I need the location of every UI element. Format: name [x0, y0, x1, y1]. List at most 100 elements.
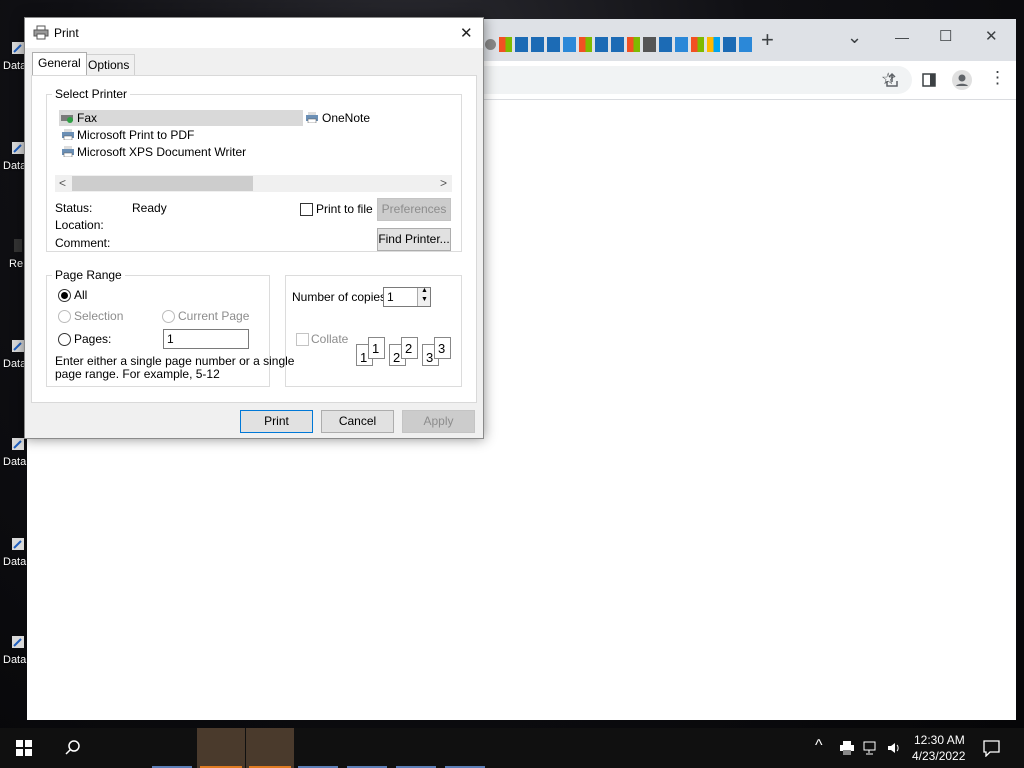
printer-item-onenote[interactable]: OneNote: [303, 110, 423, 126]
radio-selection-label[interactable]: Selection: [74, 309, 123, 323]
tab-favicon-icon[interactable]: [675, 37, 688, 52]
page-icon: 2: [401, 337, 418, 359]
collate-label[interactable]: Collate: [311, 332, 348, 346]
printer-name: Microsoft Print to PDF: [77, 128, 195, 142]
status-value: Ready: [132, 201, 167, 215]
scroll-left-arrow[interactable]: <: [59, 176, 66, 190]
cancel-button[interactable]: Cancel: [321, 410, 394, 433]
tab-general[interactable]: General: [32, 52, 87, 75]
tab-favicon-icon[interactable]: [739, 37, 752, 52]
pages-input[interactable]: 1: [163, 329, 249, 349]
tab-favicon-icon[interactable]: [579, 37, 592, 52]
tab-search-button[interactable]: ⌄: [847, 27, 862, 48]
select-printer-group: Select Printer Fax OneNote Microsoft Pri…: [46, 87, 462, 252]
radio-all[interactable]: [58, 289, 71, 302]
tab-favicon-icon[interactable]: [643, 37, 656, 52]
tab-favicon-icon[interactable]: [611, 37, 624, 52]
print-button[interactable]: Print: [240, 410, 313, 433]
tab-favicon-icon[interactable]: [531, 37, 544, 52]
printer-icon: [306, 112, 318, 123]
new-tab-button[interactable]: +: [761, 29, 774, 51]
printer-tray-icon[interactable]: [839, 741, 855, 755]
print-to-file-checkbox[interactable]: [300, 203, 313, 216]
chevron-down-icon[interactable]: ▼: [421, 296, 428, 303]
collate-illustration: 1 1 2 2 3 3: [356, 336, 456, 370]
desktop-shortcut[interactable]: Data: [2, 536, 28, 582]
radio-current-page[interactable]: [162, 310, 175, 323]
find-printer-button[interactable]: Find Printer...: [377, 228, 451, 251]
tab-favicon-icon[interactable]: [485, 39, 496, 50]
print-to-file-label[interactable]: Print to file: [316, 202, 373, 216]
volume-icon[interactable]: [886, 740, 902, 756]
chevron-up-icon[interactable]: ▲: [421, 287, 428, 294]
clock-date[interactable]: 4/23/2022: [912, 749, 965, 763]
printer-item-fax[interactable]: Fax: [59, 110, 303, 126]
tab-favicon-icon[interactable]: [723, 37, 736, 52]
collate-checkbox[interactable]: [296, 333, 309, 346]
tab-favicon-icon[interactable]: [627, 37, 640, 52]
address-bar[interactable]: [467, 66, 912, 94]
copies-spinner[interactable]: 1 ▲ ▼: [383, 287, 431, 307]
page-range-hint: Enter either a single page number or a s…: [55, 354, 295, 368]
desktop-shortcut-label: Data: [3, 160, 27, 172]
windows-start-icon[interactable]: [16, 740, 32, 756]
dialog-titlebar[interactable]: Print ✕: [25, 18, 483, 48]
select-printer-label: Select Printer: [52, 87, 131, 101]
shortcut-icon: [12, 538, 24, 550]
printer-item-pdf[interactable]: Microsoft Print to PDF: [59, 127, 259, 143]
copies-stepper[interactable]: ▲ ▼: [417, 287, 430, 306]
tab-favicon-icon[interactable]: [707, 37, 720, 52]
recycle-bin-icon: [14, 239, 22, 252]
page-range-label: Page Range: [52, 268, 125, 282]
tab-favicon-icon[interactable]: [515, 37, 528, 52]
shortcut-icon: [12, 340, 24, 352]
tab-favicon-icon[interactable]: [659, 37, 672, 52]
clock-time[interactable]: 12:30 AM: [914, 733, 965, 747]
tab-favicon-icon[interactable]: [547, 37, 560, 52]
taskbar: ^ 12:30 AM 4/23/2022: [0, 728, 1024, 768]
fax-printer-icon: [61, 112, 73, 123]
pages-input-value: 1: [167, 332, 174, 346]
tab-favicon-icon[interactable]: [499, 37, 512, 52]
shortcut-icon: [12, 42, 24, 54]
network-icon[interactable]: [863, 741, 879, 755]
desktop-shortcut-label: Data: [3, 654, 27, 666]
print-dialog: Print ✕ General Options Select Printer F…: [24, 17, 484, 439]
side-panel-icon[interactable]: [922, 73, 936, 87]
comment-label: Comment:: [55, 236, 111, 250]
scroll-right-arrow[interactable]: >: [440, 176, 447, 190]
apply-button[interactable]: Apply: [402, 410, 475, 433]
desktop-shortcut-label: Re: [9, 258, 24, 270]
radio-current-page-label[interactable]: Current Page: [178, 309, 249, 323]
scrollbar-thumb[interactable]: [72, 176, 253, 191]
taskbar-app-button[interactable]: [246, 728, 294, 768]
tab-favicon-icon[interactable]: [563, 37, 576, 52]
desktop-shortcut[interactable]: Data: [2, 634, 28, 680]
tab-options[interactable]: Options: [82, 54, 136, 75]
desktop-shortcut-label: Data: [3, 456, 27, 468]
printer-icon: [33, 25, 49, 40]
menu-icon[interactable]: ⋮: [989, 68, 1006, 88]
printer-list-scrollbar[interactable]: < >: [55, 175, 452, 192]
taskbar-app-button[interactable]: [197, 728, 245, 768]
printer-item-xps[interactable]: Microsoft XPS Document Writer: [59, 144, 259, 160]
desktop-shortcut[interactable]: Data: [2, 436, 28, 482]
notification-icon[interactable]: [983, 740, 1000, 757]
page-range-hint: page range. For example, 5-12: [55, 367, 220, 381]
radio-pages-label[interactable]: Pages:: [74, 332, 111, 346]
radio-pages[interactable]: [58, 333, 71, 346]
tab-favicon-icon[interactable]: [595, 37, 608, 52]
maximize-button[interactable]: ☐: [939, 27, 952, 45]
preferences-button[interactable]: Preferences: [377, 198, 451, 221]
close-button[interactable]: ✕: [985, 27, 998, 45]
star-icon[interactable]: ☆: [881, 69, 895, 89]
dialog-close-button[interactable]: ✕: [460, 24, 473, 42]
minimize-button[interactable]: —: [895, 29, 909, 45]
chevron-up-icon[interactable]: ^: [815, 737, 823, 755]
search-icon[interactable]: [64, 739, 82, 757]
radio-all-label[interactable]: All: [74, 288, 87, 302]
shortcut-icon: [12, 142, 24, 154]
tab-favicon-icon[interactable]: [691, 37, 704, 52]
profile-icon[interactable]: [952, 70, 972, 90]
radio-selection[interactable]: [58, 310, 71, 323]
